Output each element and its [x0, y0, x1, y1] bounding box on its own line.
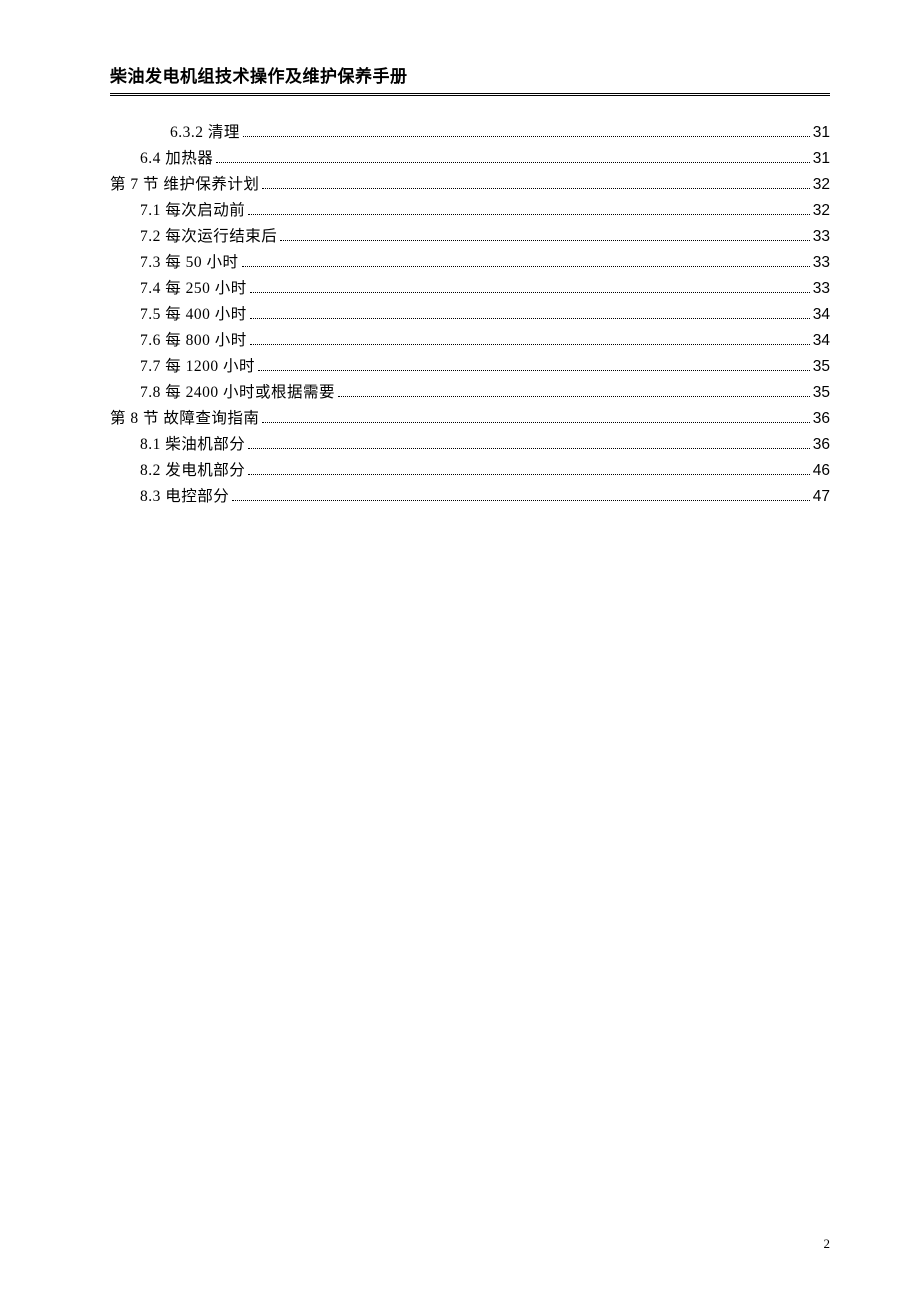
toc-entry: 7.3 每 50 小时 33: [110, 250, 830, 276]
toc-entry: 6.4 加热器 31: [110, 146, 830, 172]
toc-leader-dots: [248, 440, 809, 449]
toc-leader-dots: [250, 310, 810, 319]
toc-entry: 第 7 节 维护保养计划 32: [110, 172, 830, 198]
toc-entry-page: 36: [813, 432, 830, 458]
toc-entry-label: 7.4 每 250 小时: [140, 276, 247, 302]
toc-leader-dots: [248, 466, 809, 475]
header-rule-thick: [110, 93, 830, 94]
toc-entry-label: 8.3 电控部分: [140, 484, 229, 510]
toc-entry-label: 7.7 每 1200 小时: [140, 354, 255, 380]
toc-leader-dots: [280, 232, 809, 241]
toc-entry-label: 7.1 每次启动前: [140, 198, 245, 224]
page-header-title: 柴油发电机组技术操作及维护保养手册: [110, 62, 830, 93]
table-of-contents: 6.3.2 清理 316.4 加热器 31第 7 节 维护保养计划 327.1 …: [110, 120, 830, 510]
toc-entry-label: 6.3.2 清理: [170, 120, 240, 146]
toc-entry-page: 47: [813, 484, 830, 510]
toc-entry: 7.7 每 1200 小时 35: [110, 354, 830, 380]
document-page: 柴油发电机组技术操作及维护保养手册 6.3.2 清理 316.4 加热器 31第…: [0, 0, 920, 510]
toc-leader-dots: [262, 414, 809, 423]
toc-entry-page: 32: [813, 172, 830, 198]
page-number: 2: [824, 1236, 831, 1252]
toc-entry-page: 33: [813, 276, 830, 302]
toc-entry-page: 46: [813, 458, 830, 484]
toc-entry-label: 第 8 节 故障查询指南: [110, 406, 259, 432]
toc-entry-label: 7.6 每 800 小时: [140, 328, 247, 354]
toc-entry-label: 7.8 每 2400 小时或根据需要: [140, 380, 335, 406]
toc-entry-page: 36: [813, 406, 830, 432]
toc-leader-dots: [216, 154, 809, 163]
toc-leader-dots: [242, 258, 810, 267]
toc-entry-page: 32: [813, 198, 830, 224]
toc-entry: 第 8 节 故障查询指南 36: [110, 406, 830, 432]
toc-entry-page: 34: [813, 302, 830, 328]
toc-entry-page: 31: [813, 120, 830, 146]
toc-entry: 8.1 柴油机部分 36: [110, 432, 830, 458]
toc-leader-dots: [262, 180, 809, 189]
toc-entry-page: 33: [813, 250, 830, 276]
toc-entry: 7.8 每 2400 小时或根据需要 35: [110, 380, 830, 406]
toc-entry: 7.4 每 250 小时 33: [110, 276, 830, 302]
toc-entry-label: 7.5 每 400 小时: [140, 302, 247, 328]
toc-entry-label: 6.4 加热器: [140, 146, 213, 172]
toc-leader-dots: [243, 128, 810, 137]
toc-entry: 6.3.2 清理 31: [110, 120, 830, 146]
toc-entry-page: 33: [813, 224, 830, 250]
toc-leader-dots: [232, 492, 809, 501]
toc-entry-label: 7.3 每 50 小时: [140, 250, 239, 276]
toc-entry: 7.5 每 400 小时 34: [110, 302, 830, 328]
toc-entry-page: 34: [813, 328, 830, 354]
toc-entry: 7.2 每次运行结束后 33: [110, 224, 830, 250]
toc-entry-label: 7.2 每次运行结束后: [140, 224, 277, 250]
toc-entry-label: 第 7 节 维护保养计划: [110, 172, 259, 198]
toc-leader-dots: [248, 206, 809, 215]
toc-entry-page: 35: [813, 380, 830, 406]
toc-entry: 8.3 电控部分 47: [110, 484, 830, 510]
toc-entry: 7.6 每 800 小时 34: [110, 328, 830, 354]
toc-entry-label: 8.2 发电机部分: [140, 458, 245, 484]
toc-leader-dots: [250, 336, 810, 345]
toc-entry: 8.2 发电机部分 46: [110, 458, 830, 484]
toc-leader-dots: [250, 284, 810, 293]
header-rule-thin: [110, 95, 830, 96]
toc-entry-label: 8.1 柴油机部分: [140, 432, 245, 458]
toc-leader-dots: [258, 362, 810, 371]
toc-leader-dots: [338, 388, 810, 397]
toc-entry: 7.1 每次启动前 32: [110, 198, 830, 224]
toc-entry-page: 31: [813, 146, 830, 172]
toc-entry-page: 35: [813, 354, 830, 380]
